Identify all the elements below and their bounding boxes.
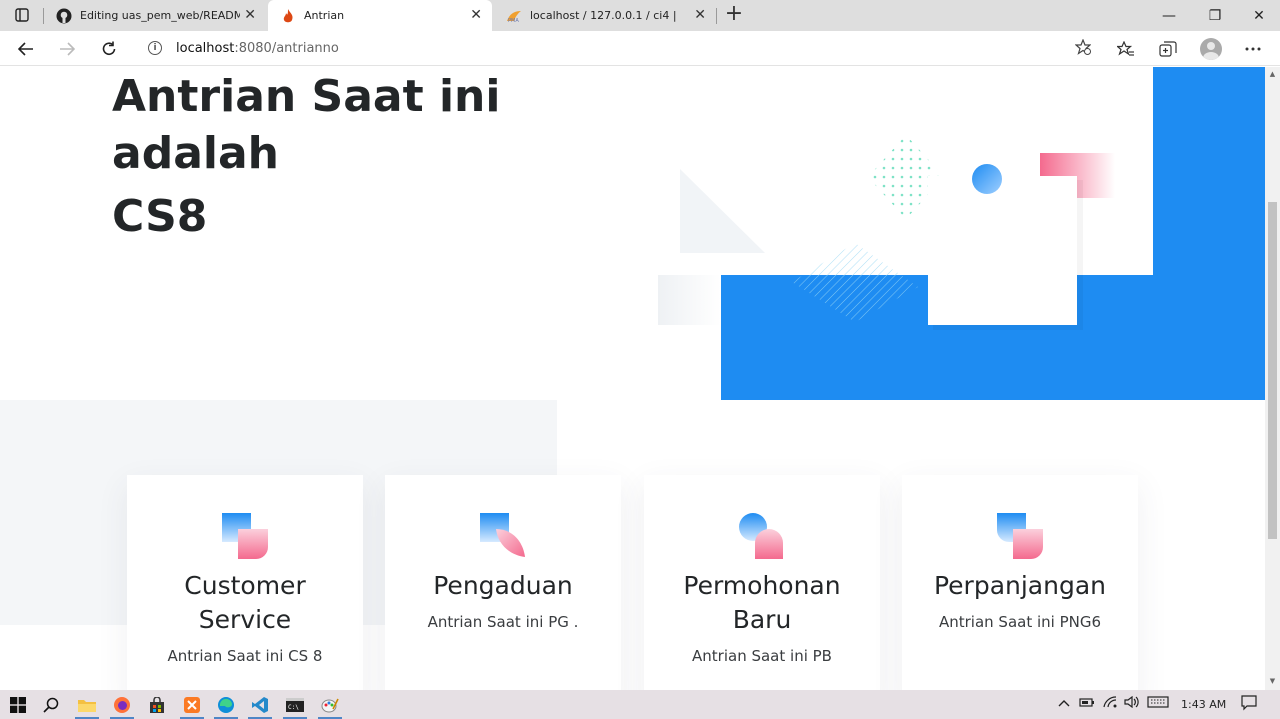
- minimize-button[interactable]: —: [1146, 0, 1192, 31]
- site-info-icon[interactable]: i: [148, 41, 162, 55]
- tab-separator: [716, 8, 717, 24]
- new-tab-button[interactable]: +: [723, 3, 745, 27]
- notifications-icon[interactable]: [1241, 695, 1257, 714]
- tab-bar: Editing uas_pem_web/README.m ✕ Antrian ✕…: [0, 0, 1280, 31]
- service-card-customer-service[interactable]: Customer Service Antrian Saat ini CS 8: [127, 475, 363, 690]
- card-subtitle: Antrian Saat ini PG .: [427, 613, 579, 631]
- url-host: localhost: [176, 40, 235, 56]
- system-clock[interactable]: 1:43 AM: [1181, 698, 1226, 711]
- vscode-icon[interactable]: [248, 693, 272, 719]
- navigation-bar: i localhost:8080/antrianno: [0, 31, 1280, 66]
- service-shape-icon: [222, 513, 268, 559]
- card-title: Permohonan Baru: [683, 571, 841, 634]
- close-window-button[interactable]: ✕: [1236, 0, 1280, 31]
- scroll-up-icon[interactable]: ▲: [1268, 70, 1277, 78]
- refresh-icon: [102, 41, 116, 55]
- new-request-shape-icon: [739, 513, 783, 559]
- tab-close-icon[interactable]: ✕: [470, 8, 482, 22]
- svg-text:PMA: PMA: [508, 18, 519, 23]
- wifi-icon[interactable]: [1103, 696, 1119, 711]
- hero-title: Antrian Saat ini adalah: [112, 71, 501, 179]
- service-card-perpanjangan[interactable]: Perpanjangan Antrian Saat ini PNG6: [902, 475, 1138, 690]
- tab-title: Antrian: [304, 9, 345, 22]
- service-card-pengaduan[interactable]: Pengaduan Antrian Saat ini PG .: [385, 475, 621, 690]
- url-path: :8080/antrianno: [234, 40, 339, 56]
- collections-icon[interactable]: [1155, 36, 1181, 62]
- favorites-icon[interactable]: [1113, 36, 1139, 62]
- codeigniter-icon: [280, 8, 296, 24]
- page-viewport: Antrian Saat ini adalah CS8 Customer Ser…: [0, 67, 1265, 690]
- svg-text:C:\: C:\: [288, 704, 299, 711]
- tab-title: Editing uas_pem_web/README.m: [80, 9, 240, 22]
- phpmyadmin-icon: PMA: [506, 8, 522, 24]
- tab-antrian[interactable]: Antrian ✕: [268, 0, 492, 31]
- more-options-icon[interactable]: [1240, 36, 1266, 62]
- firefox-icon[interactable]: [110, 693, 134, 719]
- renewal-shape-icon: [997, 513, 1043, 559]
- forward-button[interactable]: [53, 35, 81, 63]
- search-icon[interactable]: [39, 693, 63, 717]
- paint-icon[interactable]: [318, 693, 342, 719]
- card-title: Pengaduan: [433, 571, 573, 600]
- tab-phpmyadmin[interactable]: PMA localhost / 127.0.0.1 / ci4 | phpM ✕: [494, 0, 716, 31]
- scrollbar-thumb[interactable]: [1268, 202, 1277, 539]
- scroll-down-icon[interactable]: ▼: [1268, 677, 1277, 685]
- tab-close-icon[interactable]: ✕: [244, 8, 256, 22]
- store-icon[interactable]: [145, 693, 169, 717]
- windows-start-icon[interactable]: [6, 693, 30, 717]
- tab-close-icon[interactable]: ✕: [694, 8, 706, 22]
- card-title: Perpanjangan: [933, 571, 1107, 600]
- card-subtitle: Antrian Saat ini PNG6: [938, 613, 1102, 631]
- arrow-right-icon: [60, 42, 75, 56]
- refresh-button[interactable]: [95, 35, 123, 63]
- service-card-permohonan-baru[interactable]: Permohonan Baru Antrian Saat ini PB: [644, 475, 880, 690]
- volume-icon[interactable]: [1124, 695, 1140, 711]
- address-bar[interactable]: i localhost:8080/antrianno: [136, 34, 1101, 62]
- restore-button[interactable]: ❐: [1192, 0, 1238, 31]
- tab-github[interactable]: Editing uas_pem_web/README.m ✕: [44, 0, 266, 31]
- card-title: Customer Service: [184, 571, 306, 634]
- favorite-add-icon[interactable]: [1074, 38, 1092, 59]
- tab-actions-icon[interactable]: [8, 4, 36, 26]
- url-text: localhost:8080/antrianno: [176, 41, 339, 56]
- show-hidden-icons-icon[interactable]: [1058, 696, 1070, 710]
- complaint-shape-icon: [480, 513, 525, 557]
- tab-title: localhost / 127.0.0.1 / ci4 | phpM: [530, 9, 680, 22]
- battery-icon[interactable]: [1079, 696, 1095, 711]
- taskbar: C:\ 1:43 AM: [0, 690, 1280, 719]
- edge-icon[interactable]: [214, 693, 238, 719]
- current-queue-code: CS8: [112, 191, 208, 242]
- keyboard-icon[interactable]: [1147, 696, 1169, 711]
- vertical-scrollbar[interactable]: ▲ ▼: [1265, 67, 1280, 690]
- github-icon: [56, 8, 72, 24]
- back-button[interactable]: [12, 35, 40, 63]
- xampp-icon[interactable]: [180, 693, 204, 719]
- file-explorer-icon[interactable]: [75, 693, 99, 719]
- card-subtitle: Antrian Saat ini PB: [692, 647, 832, 665]
- terminal-icon[interactable]: C:\: [283, 693, 307, 719]
- profile-avatar[interactable]: [1200, 38, 1222, 60]
- card-subtitle: Antrian Saat ini CS 8: [167, 647, 323, 665]
- arrow-left-icon: [18, 42, 33, 56]
